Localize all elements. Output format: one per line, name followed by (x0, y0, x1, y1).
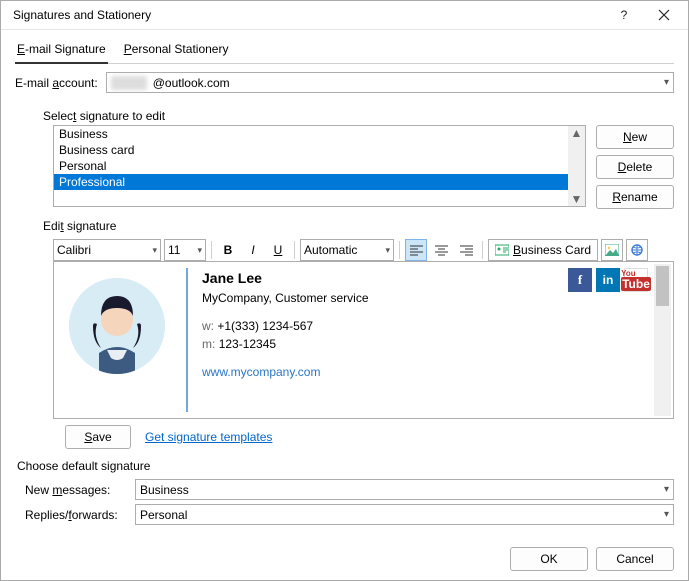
insert-hyperlink-button[interactable] (626, 239, 648, 261)
cancel-button[interactable]: Cancel (596, 547, 674, 571)
sig-work-phone: w: +1(333) 1234-567 (202, 317, 648, 335)
replies-select[interactable]: Personal▾ (135, 504, 674, 525)
linkedin-icon: in (596, 268, 620, 292)
delete-button[interactable]: Delete (596, 155, 674, 179)
list-item[interactable]: Business (54, 126, 568, 142)
picture-icon (605, 244, 619, 256)
defaults-label: Choose default signature (17, 459, 674, 473)
list-item[interactable]: Professional (54, 174, 568, 190)
sig-name: Jane Lee (202, 268, 369, 289)
align-right-button[interactable] (455, 239, 477, 261)
youtube-icon: YouTube (624, 268, 648, 292)
replies-row: Replies/forwards: Personal▾ (25, 504, 674, 525)
dialog-footer: OK Cancel (1, 537, 688, 581)
new-messages-row: New messages: Business▾ (25, 479, 674, 500)
chevron-down-icon: ▾ (660, 484, 669, 495)
new-messages-select[interactable]: Business▾ (135, 479, 674, 500)
link-icon (630, 243, 645, 257)
insert-picture-button[interactable] (601, 239, 623, 261)
preview-scrollbar[interactable] (654, 264, 671, 416)
align-left-button[interactable] (405, 239, 427, 261)
avatar-image (69, 278, 165, 374)
sig-mobile-phone: m: 123-12345 (202, 335, 648, 353)
bold-button[interactable]: B (217, 239, 239, 261)
replies-label: Replies/forwards: (25, 508, 129, 522)
social-icons: f in YouTube (568, 268, 648, 292)
save-button[interactable]: Save (65, 425, 131, 449)
ok-button[interactable]: OK (510, 547, 588, 571)
underline-button[interactable]: U (267, 239, 289, 261)
align-left-icon (410, 245, 423, 256)
italic-button[interactable]: I (242, 239, 264, 261)
sig-url: www.mycompany.com (202, 363, 648, 381)
listbox-scrollbar[interactable]: ▲▼ (568, 126, 585, 206)
tab-strip: E-mail Signature Personal Stationery (15, 38, 674, 64)
list-item[interactable]: Personal (54, 158, 568, 174)
facebook-icon: f (568, 268, 592, 292)
tab-personal-stationery[interactable]: Personal Stationery (122, 38, 231, 63)
get-templates-link[interactable]: Get signature templates (145, 430, 272, 444)
select-signature-label: Select signature to edit (43, 109, 674, 123)
preview-body: Jane Lee MyCompany, Customer service f i… (56, 264, 654, 416)
card-icon (495, 244, 509, 256)
signature-list-items: Business Business card Personal Professi… (54, 126, 568, 206)
new-messages-label: New messages: (25, 483, 129, 497)
font-size-select[interactable]: 11▾ (164, 239, 206, 261)
chevron-down-icon: ▾ (660, 509, 669, 520)
titlebar: Signatures and Stationery ? (1, 1, 688, 30)
signatures-dialog: Signatures and Stationery ? E-mail Signa… (0, 0, 689, 581)
signature-preview[interactable]: Jane Lee MyCompany, Customer service f i… (53, 261, 674, 419)
align-center-button[interactable] (430, 239, 452, 261)
signature-text: Jane Lee MyCompany, Customer service f i… (186, 268, 648, 412)
tab-email-signature[interactable]: E-mail Signature (15, 38, 108, 64)
help-button[interactable]: ? (604, 1, 644, 29)
signature-listbox[interactable]: Business Business card Personal Professi… (53, 125, 586, 207)
sig-company: MyCompany, Customer service (202, 289, 369, 307)
rename-button[interactable]: Rename (596, 185, 674, 209)
font-family-select[interactable]: Calibri▾ (53, 239, 161, 261)
align-center-icon (435, 245, 448, 256)
avatar-container (62, 268, 172, 412)
new-button[interactable]: New (596, 125, 674, 149)
chevron-down-icon: ▾ (660, 77, 669, 88)
close-button[interactable] (644, 1, 684, 29)
font-color-select[interactable]: Automatic▾ (300, 239, 394, 261)
format-toolbar: Calibri▾ 11▾ B I U Automatic▾ Business C… (53, 239, 674, 261)
business-card-button[interactable]: Business Card (488, 239, 598, 261)
align-right-icon (460, 245, 473, 256)
account-row: E-mail account: xxxxxx@outlook.com ▾ (15, 72, 674, 93)
account-select[interactable]: xxxxxx@outlook.com ▾ (106, 72, 674, 93)
edit-signature-label: Edit signature (43, 219, 674, 233)
save-row: Save Get signature templates (65, 425, 674, 449)
dialog-body: E-mail Signature Personal Stationery E-m… (1, 30, 688, 537)
signature-buttons: New Delete Rename (596, 125, 674, 209)
dialog-title: Signatures and Stationery (13, 8, 604, 22)
account-label: E-mail account: (15, 76, 98, 90)
close-icon (658, 9, 670, 21)
list-item[interactable]: Business card (54, 142, 568, 158)
